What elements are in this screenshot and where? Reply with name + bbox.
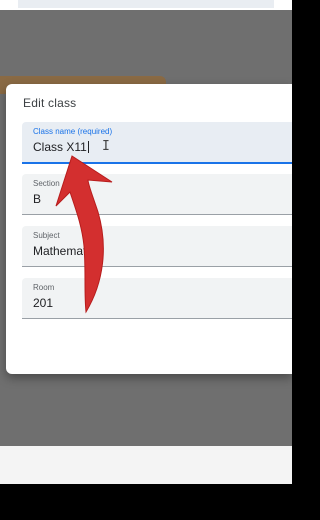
section-field[interactable]: Section B bbox=[22, 174, 292, 215]
video-letterbox-bar bbox=[0, 484, 292, 520]
section-value[interactable]: B bbox=[33, 192, 41, 206]
class-name-value-wrap[interactable]: Class X11 bbox=[33, 140, 89, 154]
screen: Edit class Class name (required) Class X… bbox=[0, 0, 292, 484]
text-caret bbox=[87, 141, 89, 153]
room-value[interactable]: 201 bbox=[33, 296, 53, 310]
edit-class-dialog: Edit class Class name (required) Class X… bbox=[6, 84, 292, 374]
dialog-title: Edit class bbox=[23, 96, 77, 110]
ibeam-cursor-icon: I bbox=[102, 139, 110, 154]
bottom-bar bbox=[0, 446, 292, 484]
subject-field[interactable]: Subject Mathemat bbox=[22, 226, 292, 267]
top-app-bar-inner bbox=[18, 0, 274, 8]
subject-value[interactable]: Mathemat bbox=[33, 244, 86, 258]
section-label: Section bbox=[33, 179, 60, 188]
class-name-value[interactable]: Class X11 bbox=[33, 140, 87, 154]
room-field[interactable]: Room 201 bbox=[22, 278, 292, 319]
class-name-field[interactable]: Class name (required) Class X11 I bbox=[22, 122, 292, 164]
subject-label: Subject bbox=[33, 231, 60, 240]
top-app-bar bbox=[0, 0, 292, 10]
class-name-label: Class name (required) bbox=[33, 127, 113, 136]
room-label: Room bbox=[33, 283, 55, 292]
